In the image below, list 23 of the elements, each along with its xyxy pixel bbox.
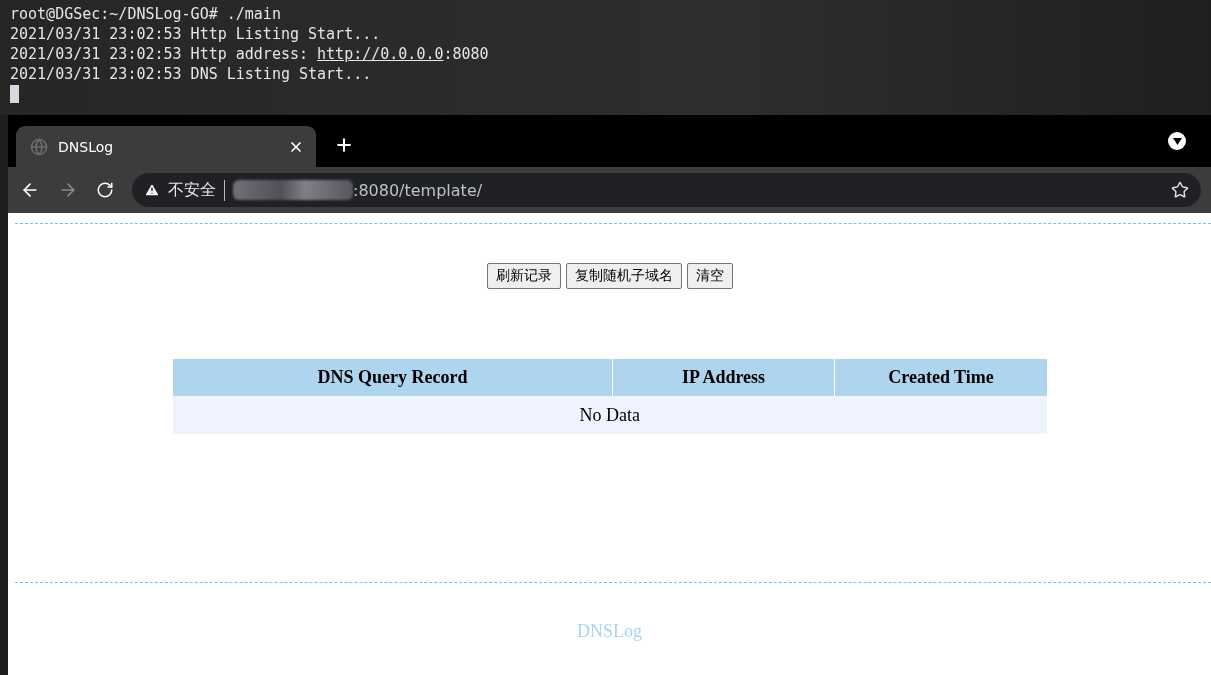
reload-icon[interactable]: [96, 181, 114, 199]
security-label: 不安全: [168, 179, 225, 201]
terminal-line: 2021/03/31 23:02:53 Http address: http://0.0.0.0:8080: [10, 44, 490, 64]
column-header: IP Address: [612, 359, 835, 396]
terminal-line: 2021/03/31 23:02:53 Http Listing Start...: [10, 24, 382, 44]
globe-icon: [30, 137, 48, 156]
tab-search-icon[interactable]: [1168, 132, 1186, 150]
column-header: Created Time: [834, 359, 1047, 396]
url-text: :8080/template/: [353, 180, 483, 200]
star-icon[interactable]: [1171, 181, 1189, 199]
new-tab-icon[interactable]: [334, 135, 354, 155]
column-header: DNS Query Record: [172, 359, 613, 396]
terminal-line: root@DGSec:~/DNSLog-GO# ./main: [10, 4, 282, 24]
address-bar[interactable]: 不安全 :8080/template/: [132, 173, 1201, 207]
empty-table-message: No Data: [172, 396, 1047, 434]
action-button[interactable]: 刷新记录: [486, 263, 561, 289]
terminal-cursor: [10, 85, 19, 103]
action-button[interactable]: 清空: [686, 263, 733, 289]
action-button[interactable]: 复制随机子域名: [565, 263, 682, 289]
warning-icon: [144, 182, 160, 198]
terminal-line: 2021/03/31 23:02:53 DNS Listing Start...: [10, 64, 373, 84]
footer-text: DNSLog: [577, 621, 642, 642]
browser-tab[interactable]: DNSLog: [16, 126, 316, 167]
